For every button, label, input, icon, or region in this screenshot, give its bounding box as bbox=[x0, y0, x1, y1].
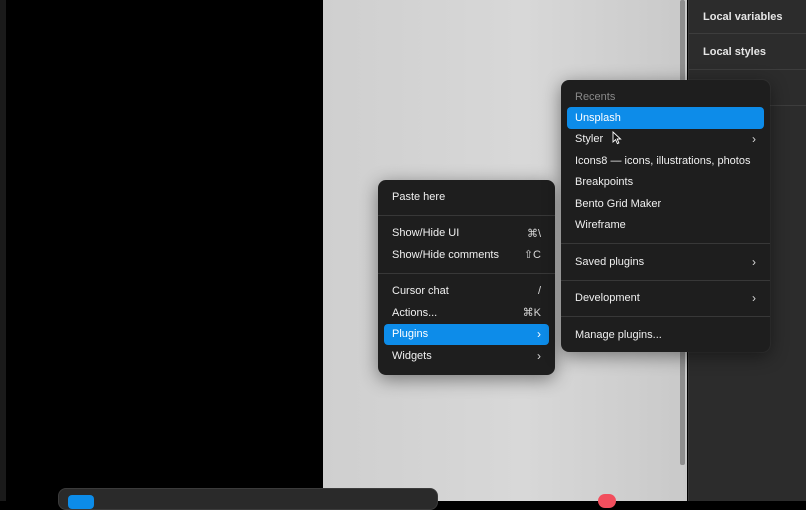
local-styles-row[interactable]: Local styles bbox=[689, 34, 806, 70]
show-hide-comments-shortcut: ⇧C bbox=[523, 249, 541, 262]
local-variables-row[interactable]: Local variables bbox=[689, 0, 806, 34]
plugins-label: Plugins bbox=[392, 328, 429, 341]
local-styles-label: Local styles bbox=[703, 45, 766, 58]
wireframe-label: Wireframe bbox=[575, 219, 626, 232]
plugins-submenu: Recents Unsplash Styler › Icons8 — icons… bbox=[561, 80, 770, 352]
chevron-right-icon: › bbox=[752, 291, 756, 306]
icons8-label: Icons8 — icons, illustrations, photos bbox=[575, 154, 751, 167]
menu-item-unsplash[interactable]: Unsplash bbox=[567, 107, 764, 129]
actions-label: Actions... bbox=[392, 306, 438, 319]
development-label: Development bbox=[575, 292, 640, 305]
menu-item-icons8[interactable]: Icons8 — icons, illustrations, photos bbox=[567, 150, 764, 172]
cursor-chat-label: Cursor chat bbox=[392, 285, 449, 298]
record-indicator-icon bbox=[598, 494, 616, 508]
chevron-right-icon: › bbox=[752, 254, 756, 269]
show-hide-ui-label: Show/Hide UI bbox=[392, 227, 460, 240]
menu-separator bbox=[561, 316, 770, 317]
cursor-chat-shortcut: / bbox=[537, 285, 541, 298]
menu-item-widgets[interactable]: Widgets › bbox=[384, 345, 549, 367]
local-variables-label: Local variables bbox=[703, 10, 783, 23]
menu-item-show-hide-ui[interactable]: Show/Hide UI ⌘\ bbox=[384, 223, 549, 245]
manage-plugins-label: Manage plugins... bbox=[575, 328, 662, 341]
arrow-cursor-icon bbox=[612, 131, 622, 145]
bottom-toolbar bbox=[58, 488, 438, 510]
menu-item-show-hide-comments[interactable]: Show/Hide comments ⇧C bbox=[384, 244, 549, 266]
show-hide-comments-label: Show/Hide comments bbox=[392, 248, 499, 261]
chevron-right-icon: › bbox=[537, 348, 541, 363]
actions-shortcut: ⌘K bbox=[522, 307, 541, 320]
menu-separator bbox=[378, 272, 555, 274]
widgets-label: Widgets bbox=[392, 349, 432, 362]
menu-separator bbox=[378, 214, 555, 216]
recents-heading: Recents bbox=[575, 90, 616, 103]
menu-item-manage-plugins[interactable]: Manage plugins... bbox=[567, 324, 764, 346]
menu-item-plugins[interactable]: Plugins › bbox=[384, 323, 549, 345]
chevron-right-icon: › bbox=[752, 132, 756, 147]
menu-item-paste-here[interactable]: Paste here bbox=[384, 186, 549, 208]
menu-item-actions[interactable]: Actions... ⌘K bbox=[384, 302, 549, 324]
menu-item-cursor-chat[interactable]: Cursor chat / bbox=[384, 281, 549, 303]
menu-item-breakpoints[interactable]: Breakpoints bbox=[567, 172, 764, 194]
menu-separator bbox=[561, 243, 770, 244]
chevron-right-icon: › bbox=[537, 327, 541, 342]
menu-item-styler[interactable]: Styler › bbox=[567, 129, 764, 151]
left-edge-border bbox=[0, 0, 6, 501]
menu-separator bbox=[561, 279, 770, 281]
menu-item-saved-plugins[interactable]: Saved plugins › bbox=[567, 251, 764, 273]
move-tool-button[interactable] bbox=[68, 495, 94, 509]
black-frame[interactable] bbox=[0, 0, 323, 501]
saved-plugins-label: Saved plugins bbox=[575, 255, 645, 268]
breakpoints-label: Breakpoints bbox=[575, 176, 634, 189]
styler-label: Styler bbox=[575, 133, 604, 146]
unsplash-label: Unsplash bbox=[575, 111, 621, 124]
menu-item-development[interactable]: Development › bbox=[567, 288, 764, 310]
bento-grid-maker-label: Bento Grid Maker bbox=[575, 197, 662, 210]
context-menu: Paste here Show/Hide UI ⌘\ Show/Hide com… bbox=[378, 180, 555, 375]
show-hide-ui-shortcut: ⌘\ bbox=[526, 227, 541, 240]
paste-here-label: Paste here bbox=[392, 190, 446, 203]
menu-item-wireframe[interactable]: Wireframe bbox=[567, 215, 764, 237]
menu-item-bento-grid-maker[interactable]: Bento Grid Maker bbox=[567, 193, 764, 215]
